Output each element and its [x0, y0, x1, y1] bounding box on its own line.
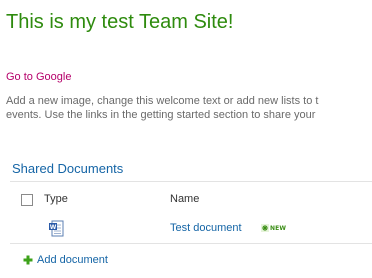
- column-header-name[interactable]: Name: [170, 193, 199, 205]
- plus-icon: [23, 255, 33, 265]
- word-document-icon[interactable]: W: [48, 220, 65, 237]
- new-badge: NEW: [261, 223, 286, 233]
- list-divider: [10, 243, 372, 244]
- new-star-icon: [261, 224, 269, 232]
- svg-text:W: W: [50, 224, 57, 231]
- welcome-text-line-2: events. Use the links in the getting sta…: [6, 109, 316, 121]
- page-title: This is my test Team Site!: [6, 11, 234, 33]
- document-name-link[interactable]: Test document: [170, 222, 242, 234]
- go-to-google-link[interactable]: Go to Google: [6, 71, 71, 83]
- shared-documents-title[interactable]: Shared Documents: [12, 161, 123, 176]
- add-document-button[interactable]: Add document: [23, 253, 108, 267]
- select-all-checkbox[interactable]: [21, 194, 33, 206]
- column-header-type[interactable]: Type: [44, 193, 68, 205]
- welcome-text: Add a new image, change this welcome tex…: [6, 94, 372, 122]
- new-badge-label: NEW: [270, 224, 287, 232]
- webpart-divider: [10, 181, 372, 182]
- add-document-label[interactable]: Add document: [37, 254, 108, 266]
- welcome-text-line-1: Add a new image, change this welcome tex…: [6, 95, 319, 107]
